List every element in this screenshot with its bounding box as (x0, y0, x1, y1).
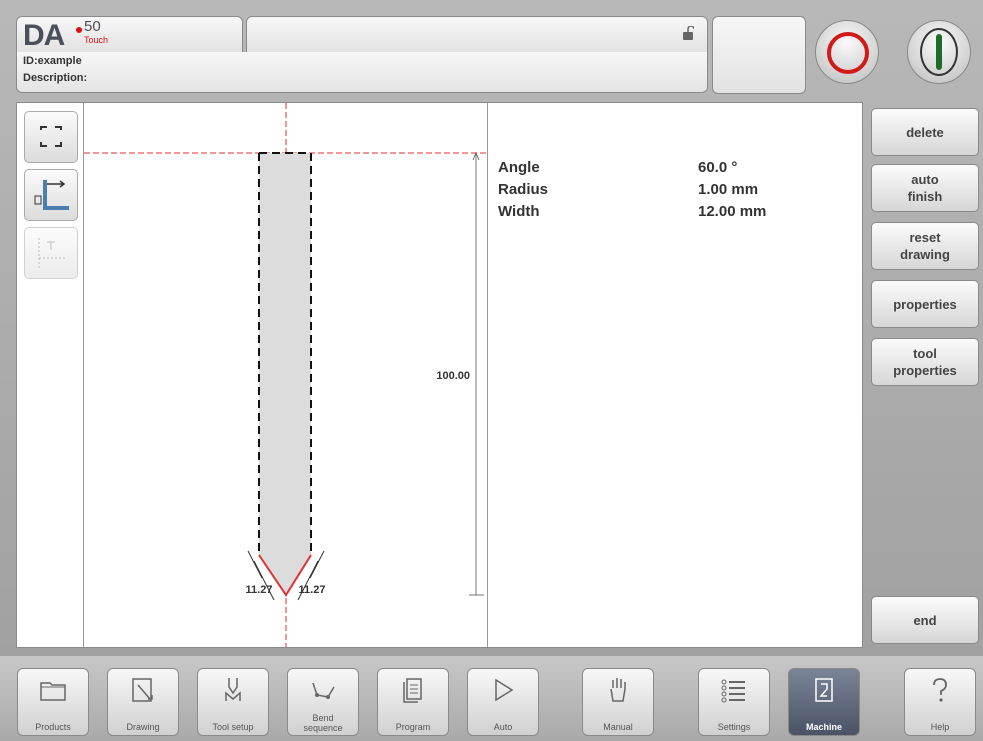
nav-program[interactable]: Program (377, 668, 449, 736)
nav-auto-label: Auto (493, 722, 513, 732)
logo-sub: Touch (84, 35, 109, 45)
right-tip-dimension: 11.27 (299, 584, 326, 596)
logo-model: 50 (84, 18, 101, 35)
draw-line-icon (34, 180, 69, 210)
angle-label: Angle (498, 159, 540, 176)
nav-bend-sequence-label: Bend sequence (303, 713, 343, 733)
main-panel: 100.00 11.27 11.27 Angle 60.0 ° Radius 1… (16, 102, 863, 648)
nav-program-label: Program (395, 722, 431, 732)
height-dimension: 100.00 (436, 370, 470, 382)
stop-button[interactable] (815, 20, 879, 84)
radius-value: 1.00 mm (698, 181, 759, 198)
tool-drawing[interactable]: 100.00 11.27 11.27 (84, 103, 486, 647)
program-info: ID:example Description: (16, 52, 708, 93)
stop-icon (827, 32, 869, 74)
left-tip-dimension: 11.27 (246, 584, 273, 596)
nav-manual-label: Manual (603, 722, 633, 732)
play-icon (495, 678, 514, 702)
pencil-icon (132, 678, 153, 702)
nav-drawing[interactable]: Drawing (107, 668, 179, 736)
help-icon (933, 678, 947, 702)
list-icon (721, 679, 745, 703)
nav-bend-sequence[interactable]: Bend sequence (287, 668, 359, 736)
nav-tool-setup-label: Tool setup (212, 722, 254, 732)
logo: DA 50 Touch (16, 16, 243, 54)
fit-view-button[interactable] (24, 111, 78, 163)
start-icon (936, 34, 942, 70)
tool-body (259, 153, 311, 595)
draw-mode-button[interactable] (24, 169, 78, 221)
bend-icon (312, 682, 335, 699)
start-button[interactable] (907, 20, 971, 84)
nav-machine[interactable]: Machine (788, 668, 860, 736)
folder-icon (40, 682, 66, 701)
nav-products[interactable]: Products (17, 668, 89, 736)
nav-help-label: Help (930, 722, 950, 732)
title-bar (246, 16, 708, 54)
nav-machine-label: Machine (805, 722, 842, 732)
program-id: ID:example (23, 55, 82, 67)
delete-button[interactable]: delete (871, 108, 979, 156)
unlock-icon[interactable] (682, 26, 694, 40)
status-panel (712, 16, 806, 94)
nav-tool-setup[interactable]: Tool setup (197, 668, 269, 736)
end-button[interactable]: end (871, 596, 979, 644)
width-value: 12.00 mm (698, 203, 767, 220)
nav-auto[interactable]: Auto (467, 668, 539, 736)
machine-icon (815, 678, 833, 702)
reset-drawing-button[interactable]: reset drawing (871, 222, 979, 270)
angle-value: 60.0 ° (698, 159, 738, 176)
width-label: Width (498, 203, 540, 220)
nav-help[interactable]: Help (904, 668, 976, 736)
nav-settings[interactable]: Settings (698, 668, 770, 736)
radius-label: Radius (498, 181, 549, 198)
properties-button[interactable]: properties (871, 280, 979, 328)
drawing-toolbar (17, 103, 84, 647)
nav-drawing-label: Drawing (126, 722, 160, 732)
nav-products-label: Products (35, 722, 71, 732)
pages-icon (403, 678, 422, 703)
tool-properties-button[interactable]: tool properties (871, 338, 979, 386)
frame-icon (40, 126, 62, 147)
grid-mode-button[interactable] (24, 227, 78, 279)
tool-icon (225, 678, 241, 701)
grid-icon (38, 238, 67, 268)
program-description: Description: (23, 72, 88, 84)
auto-finish-button[interactable]: auto finish (871, 164, 979, 212)
nav-manual[interactable]: Manual (582, 668, 654, 736)
side-button-panel: delete auto finish reset drawing propert… (868, 102, 980, 646)
logo-dot (76, 27, 82, 33)
hand-icon (610, 678, 626, 702)
logo-brand: DA (23, 19, 65, 52)
properties-panel: Angle 60.0 ° Radius 1.00 mm Width 12.00 … (487, 103, 863, 647)
nav-settings-label: Settings (717, 722, 751, 732)
